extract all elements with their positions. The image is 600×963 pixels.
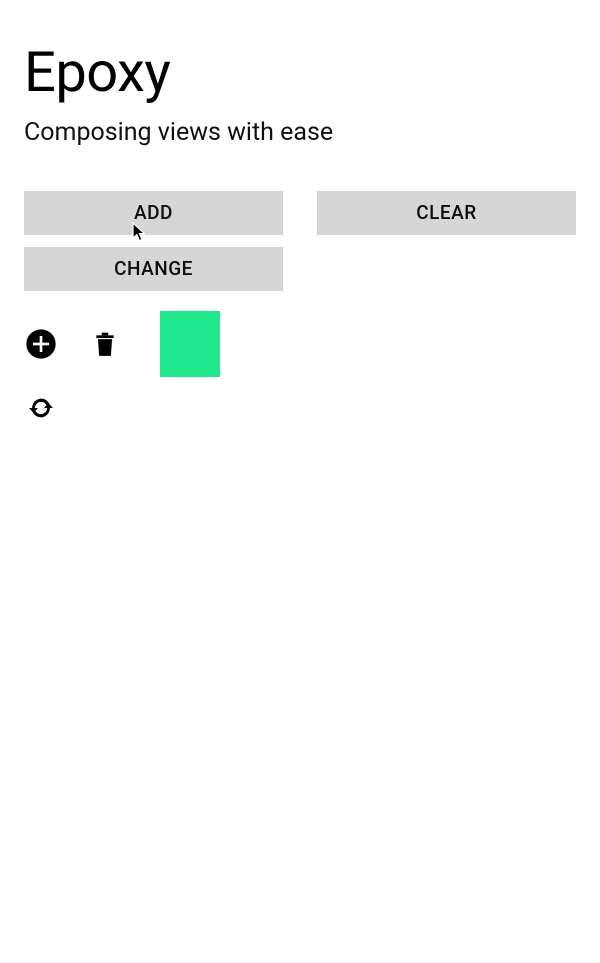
change-button-label: CHANGE: [114, 257, 193, 280]
item-row: [24, 311, 576, 377]
refresh-icon: [27, 394, 55, 422]
add-item-button[interactable]: [24, 327, 58, 361]
trash-icon: [92, 329, 118, 359]
page-title: Epoxy: [24, 42, 576, 104]
add-button-label: ADD: [134, 201, 173, 224]
add-button[interactable]: ADD: [24, 191, 283, 235]
change-button[interactable]: CHANGE: [24, 247, 283, 291]
clear-button-label: CLEAR: [416, 201, 476, 224]
button-row-2: CHANGE: [24, 247, 576, 291]
clear-button[interactable]: CLEAR: [317, 191, 576, 235]
button-panel: ADD CLEAR CHANGE: [24, 191, 576, 291]
page-subtitle: Composing views with ease: [24, 118, 576, 147]
delete-item-button[interactable]: [88, 327, 122, 361]
color-swatch[interactable]: [160, 311, 220, 377]
plus-circle-icon: [25, 328, 57, 360]
refresh-item-button[interactable]: [24, 391, 58, 425]
refresh-row: [24, 391, 576, 425]
button-row-1: ADD CLEAR: [24, 191, 576, 235]
app-root: Epoxy Composing views with ease ADD CLEA…: [0, 0, 600, 425]
